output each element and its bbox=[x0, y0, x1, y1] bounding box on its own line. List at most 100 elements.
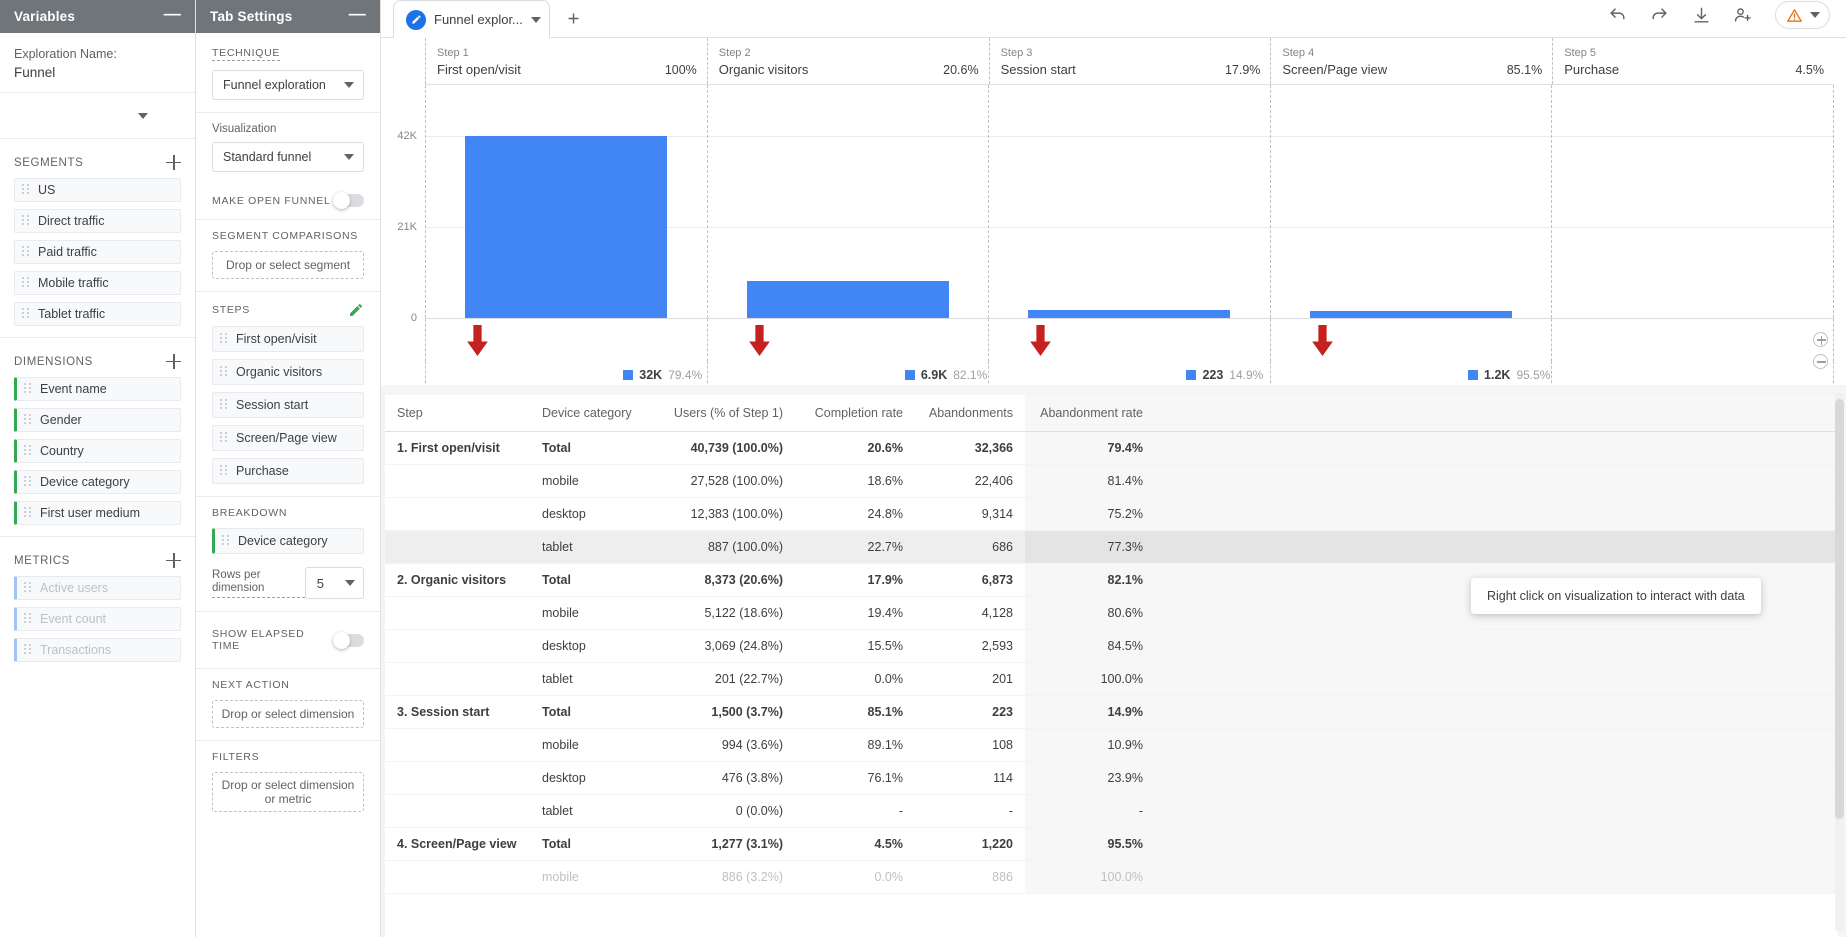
column-header-device-category[interactable]: Device category bbox=[530, 395, 655, 432]
step-chip[interactable]: Screen/Page view bbox=[212, 425, 364, 451]
cell-completion: 0.0% bbox=[795, 663, 915, 696]
table-row[interactable]: tablet887 (100.0%)22.7%68677.3% bbox=[385, 531, 1838, 564]
segment-chip[interactable]: Mobile traffic bbox=[14, 271, 181, 295]
column-header-users[interactable]: Users (% of Step 1) bbox=[655, 395, 795, 432]
tab-funnel-exploration[interactable]: Funnel explor... bbox=[393, 0, 550, 38]
table-scrollbar-thumb[interactable] bbox=[1835, 399, 1844, 819]
step-label: First open/visit bbox=[236, 332, 317, 346]
funnel-step-header[interactable]: Step 1 First open/visit100% bbox=[425, 38, 707, 84]
add-metric-icon[interactable] bbox=[166, 553, 181, 568]
dimension-chip[interactable]: Device category bbox=[14, 470, 181, 494]
segment-chip[interactable]: US bbox=[14, 178, 181, 202]
collapse-variables-icon[interactable]: — bbox=[164, 11, 181, 22]
funnel-bar[interactable] bbox=[465, 136, 667, 318]
drag-handle-icon bbox=[220, 333, 230, 345]
segment-chip[interactable]: Tablet traffic bbox=[14, 302, 181, 326]
breakdown-chip[interactable]: Device category bbox=[212, 528, 364, 554]
metric-label: Event count bbox=[40, 612, 106, 626]
segment-dropzone[interactable]: Drop or select segment bbox=[212, 251, 364, 279]
share-icon[interactable] bbox=[1733, 5, 1753, 25]
table-row[interactable]: 3. Session startTotal1,500 (3.7%)85.1%22… bbox=[385, 696, 1838, 729]
step-chip[interactable]: Organic visitors bbox=[212, 359, 364, 385]
arrow-cell bbox=[1270, 319, 1552, 361]
dimension-chip[interactable]: Gender bbox=[14, 408, 181, 432]
exploration-name-value[interactable]: Funnel bbox=[14, 63, 181, 82]
alerts-dropdown[interactable] bbox=[1775, 1, 1830, 29]
undo-icon[interactable] bbox=[1607, 5, 1627, 25]
visualization-select[interactable]: Standard funnel bbox=[212, 142, 364, 172]
dimension-chip[interactable]: Country bbox=[14, 439, 181, 463]
add-segment-icon[interactable] bbox=[166, 155, 181, 170]
table-row[interactable]: mobile27,528 (100.0%)18.6%22,40681.4% bbox=[385, 465, 1838, 498]
chevron-down-icon bbox=[344, 154, 354, 160]
next-action-dropzone[interactable]: Drop or select dimension bbox=[212, 700, 364, 728]
table-row[interactable]: 1. First open/visitTotal40,739 (100.0%)2… bbox=[385, 432, 1838, 465]
funnel-bar[interactable] bbox=[747, 281, 949, 318]
table-header-row: Step Device category Users (% of Step 1)… bbox=[385, 395, 1838, 432]
funnel-plot-area[interactable]: 42K 21K 0 bbox=[381, 85, 1834, 385]
technique-select[interactable]: Funnel exploration bbox=[212, 70, 364, 100]
funnel-step-header[interactable]: Step 2 Organic visitors20.6% bbox=[707, 38, 989, 84]
table-row[interactable]: mobile994 (3.6%)89.1%10810.9% bbox=[385, 729, 1838, 762]
funnel-bar-column[interactable] bbox=[707, 85, 989, 318]
step-chip[interactable]: Session start bbox=[212, 392, 364, 418]
column-header-abandonment-rate[interactable]: Abandonment rate bbox=[1025, 395, 1155, 432]
redo-icon[interactable] bbox=[1649, 5, 1669, 25]
funnel-bar-column[interactable] bbox=[425, 85, 707, 318]
visualization-value: Standard funnel bbox=[223, 150, 311, 164]
metric-chip[interactable]: Event count bbox=[14, 607, 181, 631]
table-row[interactable]: desktop3,069 (24.8%)15.5%2,59384.5% bbox=[385, 630, 1838, 663]
step-chip[interactable]: First open/visit bbox=[212, 326, 364, 352]
show-elapsed-time-toggle[interactable] bbox=[334, 634, 364, 647]
dimensions-title: DIMENSIONS bbox=[14, 356, 93, 368]
table-row[interactable]: tablet0 (0.0%)--- bbox=[385, 795, 1838, 828]
zoom-in-icon[interactable] bbox=[1813, 332, 1828, 347]
add-tab-button[interactable] bbox=[560, 4, 588, 32]
zoom-out-icon[interactable] bbox=[1813, 354, 1828, 369]
funnel-step-header[interactable]: Step 4 Screen/Page view85.1% bbox=[1270, 38, 1552, 84]
cell-abandonments: 1,220 bbox=[915, 828, 1025, 861]
show-elapsed-time-row: SHOW ELAPSED TIME bbox=[212, 628, 364, 652]
cell-abandonment-rate: - bbox=[1025, 795, 1155, 828]
metric-chip[interactable]: Active users bbox=[14, 576, 181, 600]
segment-chip[interactable]: Direct traffic bbox=[14, 209, 181, 233]
funnel-bar-column[interactable] bbox=[1270, 85, 1552, 318]
cell-step bbox=[385, 498, 530, 531]
edit-steps-icon[interactable] bbox=[348, 302, 364, 318]
date-range-selector[interactable] bbox=[0, 93, 195, 139]
cell-completion: 19.4% bbox=[795, 597, 915, 630]
segment-chip[interactable]: Paid traffic bbox=[14, 240, 181, 264]
column-header-step[interactable]: Step bbox=[385, 395, 530, 432]
metric-chip[interactable]: Transactions bbox=[14, 638, 181, 662]
table-row[interactable]: 4. Screen/Page viewTotal1,277 (3.1%)4.5%… bbox=[385, 828, 1838, 861]
step-number: Step 3 bbox=[1001, 47, 1261, 59]
column-header-completion-rate[interactable]: Completion rate bbox=[795, 395, 915, 432]
download-icon[interactable] bbox=[1691, 5, 1711, 25]
funnel-bar-column[interactable] bbox=[988, 85, 1270, 318]
funnel-bar[interactable] bbox=[1028, 310, 1230, 318]
filters-dropzone[interactable]: Drop or select dimension or metric bbox=[212, 772, 364, 812]
table-row[interactable]: desktop12,383 (100.0%)24.8%9,31475.2% bbox=[385, 498, 1838, 531]
chevron-down-icon[interactable] bbox=[531, 17, 541, 23]
collapse-settings-icon[interactable]: — bbox=[349, 11, 366, 22]
add-dimension-icon[interactable] bbox=[166, 354, 181, 369]
segments-header: SEGMENTS bbox=[0, 149, 195, 178]
funnel-bar[interactable] bbox=[1310, 311, 1512, 318]
table-row[interactable]: mobile886 (3.2%)0.0%886100.0% bbox=[385, 861, 1838, 894]
step-chip[interactable]: Purchase bbox=[212, 458, 364, 484]
table-row[interactable]: tablet201 (22.7%)0.0%201100.0% bbox=[385, 663, 1838, 696]
column-header-abandonments[interactable]: Abandonments bbox=[915, 395, 1025, 432]
funnel-bar-column[interactable] bbox=[1551, 85, 1834, 318]
make-open-funnel-toggle[interactable] bbox=[334, 194, 364, 207]
funnel-step-header[interactable]: Step 5 Purchase4.5% bbox=[1552, 38, 1834, 84]
rows-per-dimension-select[interactable]: 5 bbox=[305, 567, 364, 599]
exploration-name-label: Exploration Name: bbox=[14, 45, 181, 63]
dimension-chip[interactable]: First user medium bbox=[14, 501, 181, 525]
cell-abandonment-rate: 81.4% bbox=[1025, 465, 1155, 498]
funnel-step-header[interactable]: Step 3 Session start17.9% bbox=[989, 38, 1271, 84]
technique-label: TECHNIQUE bbox=[212, 47, 280, 61]
dimension-chip[interactable]: Event name bbox=[14, 377, 181, 401]
metric-label: Transactions bbox=[40, 643, 111, 657]
chevron-down-icon bbox=[1810, 12, 1820, 18]
table-row[interactable]: desktop476 (3.8%)76.1%11423.9% bbox=[385, 762, 1838, 795]
